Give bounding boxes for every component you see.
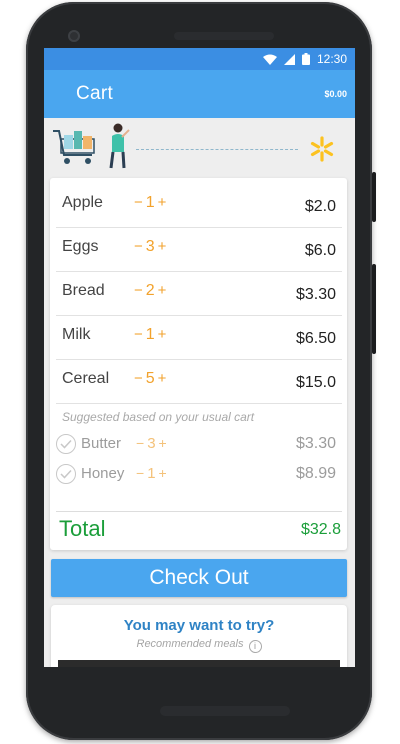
increment-button[interactable]: + <box>158 370 167 387</box>
cart-row: Apple −1 + $2.0 <box>56 184 342 228</box>
meal-image-strip <box>58 660 340 667</box>
item-quantity: 1 <box>145 194 155 211</box>
checkout-button[interactable]: Check Out <box>51 559 347 597</box>
decrement-button[interactable]: − <box>134 282 143 299</box>
recommendations-subtitle-text: Recommended meals <box>136 638 244 650</box>
total-value: $32.8 <box>300 521 341 538</box>
recommendations-card[interactable]: You may want to try? Recommended meals i <box>51 605 347 667</box>
cart-row: Cereal −5 + $15.0 <box>56 360 342 404</box>
item-quantity: 1 <box>147 465 156 482</box>
cart-card: Apple −1 + $2.0 Eggs −3 + $6.0 Bread −2 + $… <box>50 178 347 550</box>
shopping-cart-icon <box>53 130 95 164</box>
item-name: Bread <box>62 282 105 299</box>
quantity-stepper: −2 + <box>134 282 166 300</box>
item-price: $8.99 <box>295 465 336 482</box>
increment-button[interactable]: + <box>159 465 167 481</box>
volume-button <box>372 264 376 354</box>
suggested-row: Butter −3 + $3.30 <box>56 430 342 458</box>
wifi-icon <box>262 54 277 65</box>
total-divider <box>56 511 342 512</box>
decrement-button[interactable]: − <box>134 370 143 387</box>
cart-row: Bread −2 + $3.30 <box>56 272 342 316</box>
app-screen: 12:30 Cart $0.00 Apple − 1 + $2.0 Eggs −… <box>44 48 355 667</box>
quantity-stepper: −3 + <box>136 435 167 452</box>
item-name: Milk <box>62 326 91 343</box>
speaker-grill <box>174 32 274 40</box>
quantity-stepper: −5 + <box>134 370 166 388</box>
increment-button[interactable]: + <box>158 326 167 343</box>
item-name: Cereal <box>62 370 110 387</box>
suggested-label: Suggested based on your usual cart <box>62 410 255 424</box>
item-price: $6.50 <box>295 330 336 347</box>
suggested-row: Honey −1 + $8.99 <box>56 460 342 488</box>
power-button <box>372 172 376 222</box>
increment-button[interactable]: + <box>158 238 167 255</box>
status-bar: 12:30 <box>44 48 355 70</box>
decrement-button[interactable]: − <box>134 238 143 255</box>
item-name: Apple <box>62 194 103 211</box>
check-icon <box>60 469 72 479</box>
add-checkbox[interactable] <box>56 464 76 484</box>
increment-button[interactable]: + <box>158 282 167 299</box>
walmart-spark-icon <box>310 136 334 162</box>
app-bar: Cart $0.00 <box>44 70 355 118</box>
cart-row: Milk −1 + $6.50 <box>56 316 342 360</box>
check-icon <box>60 439 72 449</box>
quantity-stepper: −1 + <box>136 465 167 482</box>
item-quantity: 2 <box>145 282 155 299</box>
item-quantity: 5 <box>145 370 155 387</box>
decrement-button[interactable]: − <box>136 435 144 451</box>
quantity-stepper: −3 + <box>134 238 166 256</box>
cart-row: Eggs −3 + $6.0 <box>56 228 342 272</box>
increment-button[interactable]: + <box>158 194 167 211</box>
recommendations-subtitle: Recommended meals i <box>51 638 347 653</box>
item-name: Honey <box>81 465 125 482</box>
increment-button[interactable]: + <box>159 435 167 451</box>
battery-icon <box>301 53 310 65</box>
item-price: $6.0 <box>304 242 336 259</box>
item-price: $3.30 <box>295 435 336 452</box>
app-title: Cart <box>76 83 114 104</box>
item-quantity: 3 <box>147 435 156 452</box>
add-checkbox[interactable] <box>56 434 76 454</box>
total-label: Total <box>59 516 106 541</box>
bottom-speaker <box>160 706 290 716</box>
quantity-stepper: −1 + <box>134 326 166 344</box>
item-price: $3.30 <box>295 286 336 303</box>
decrement-button[interactable]: − <box>136 465 144 481</box>
item-quantity: 1 <box>145 326 155 343</box>
item-name: Eggs <box>62 238 99 255</box>
item-name: Butter <box>81 435 122 452</box>
hero-banner <box>44 118 355 176</box>
decrement-button[interactable]: − <box>134 194 143 211</box>
camera-icon <box>68 30 80 42</box>
item-price: $2.0 <box>304 198 336 215</box>
decrement-button[interactable]: − <box>134 326 143 343</box>
header-total: $0.00 <box>324 89 347 99</box>
status-time: 12:30 <box>316 52 347 66</box>
quantity-stepper: −1 + <box>134 194 166 212</box>
info-icon[interactable]: i <box>248 640 262 653</box>
item-price: $15.0 <box>295 374 336 391</box>
recommendations-title: You may want to try? <box>123 617 275 634</box>
shopper-icon <box>109 123 130 169</box>
item-quantity: 3 <box>145 238 155 255</box>
signal-icon <box>283 53 295 65</box>
progress-track <box>136 149 298 150</box>
